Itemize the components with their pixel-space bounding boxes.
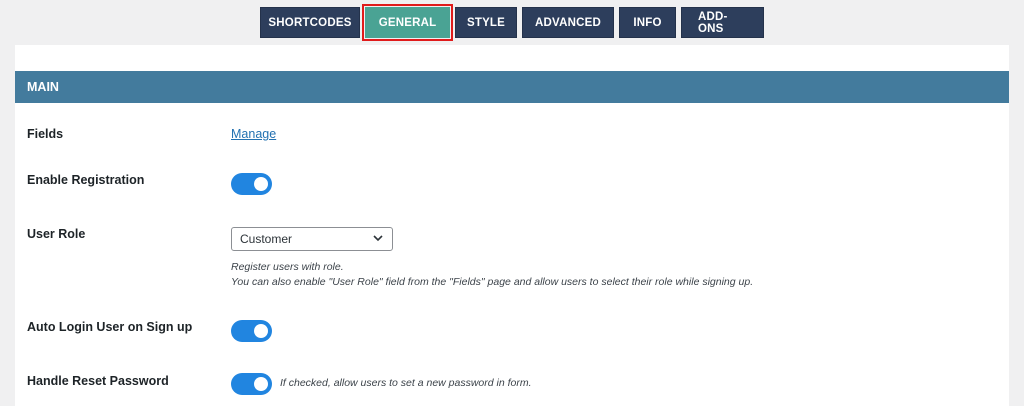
- toggle-knob: [254, 324, 268, 338]
- reset-password-label: Handle Reset Password: [27, 374, 169, 388]
- tab-info[interactable]: INFO: [619, 7, 676, 38]
- tab-advanced[interactable]: ADVANCED: [522, 7, 614, 38]
- tab-general[interactable]: GENERAL: [362, 4, 453, 41]
- reset-password-description: If checked, allow users to set a new pas…: [280, 377, 532, 389]
- fields-label: Fields: [27, 127, 64, 141]
- enable-registration-toggle[interactable]: [231, 173, 272, 195]
- auto-login-toggle[interactable]: [231, 320, 272, 342]
- user-role-description-line-1: Register users with role.: [231, 261, 344, 273]
- user-role-label: User Role: [27, 227, 86, 241]
- user-role-select[interactable]: Customer: [231, 227, 393, 251]
- settings-panel: MAIN Fields Manage Enable Registration U…: [15, 45, 1009, 406]
- toggle-knob: [254, 377, 268, 391]
- user-role-selected-value: Customer: [240, 232, 293, 246]
- chevron-down-icon: [373, 235, 383, 242]
- tab-shortcodes[interactable]: SHORTCODES: [260, 7, 360, 38]
- user-role-description-line-2: You can also enable "User Role" field fr…: [231, 276, 754, 288]
- reset-password-toggle[interactable]: [231, 373, 272, 395]
- settings-tab-bar: SHORTCODES GENERAL STYLE ADVANCED INFO A…: [0, 4, 1024, 41]
- section-title: MAIN: [27, 80, 59, 94]
- enable-registration-label: Enable Registration: [27, 173, 145, 187]
- tab-style[interactable]: STYLE: [455, 7, 517, 38]
- toggle-knob: [254, 177, 268, 191]
- section-header-main: MAIN: [15, 71, 1009, 103]
- tab-add-ons[interactable]: ADD-ONS: [681, 7, 764, 38]
- auto-login-label: Auto Login User on Sign up: [27, 320, 193, 334]
- manage-fields-link[interactable]: Manage: [231, 127, 276, 141]
